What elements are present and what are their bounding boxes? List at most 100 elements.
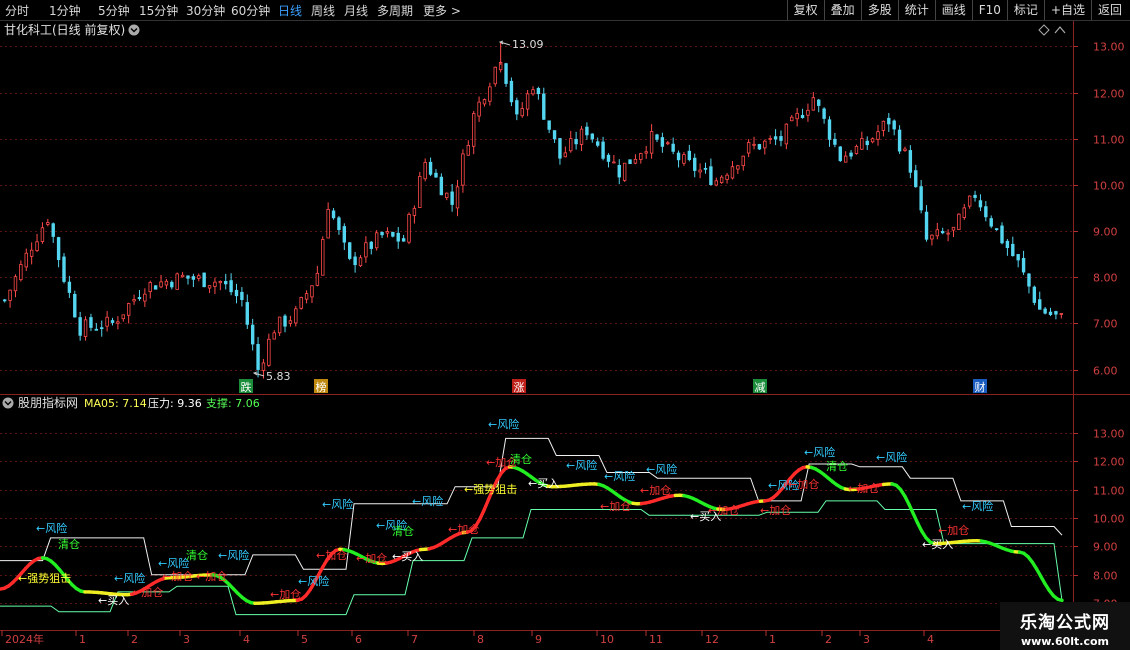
candle-body: [170, 281, 174, 288]
candle-body: [876, 131, 880, 140]
event-badge-rise[interactable]: 涨: [512, 379, 526, 394]
time-axis-tick-label: 4: [927, 633, 934, 646]
candle-body: [180, 274, 185, 278]
indicator-axis-tick-label: 8.00: [1093, 570, 1118, 583]
candle-body: [321, 239, 325, 276]
candle-body: [622, 162, 627, 181]
candle-body: [951, 226, 956, 231]
candle-body: [1027, 273, 1031, 287]
candle-body: [272, 332, 276, 340]
main-axis-tick-label: 11.00: [1093, 134, 1125, 147]
candle-body: [887, 117, 891, 125]
candle-body: [849, 152, 853, 157]
candle-body: [827, 119, 832, 140]
event-badge-fall[interactable]: 跌: [239, 379, 253, 394]
candle-body: [612, 161, 616, 164]
candle-body: [693, 157, 697, 171]
candle-body: [380, 231, 384, 236]
candle-body: [461, 153, 465, 186]
candle-body: [277, 316, 282, 334]
candle-body: [1043, 308, 1047, 314]
svg-text:财: 财: [975, 380, 986, 394]
candle-body: [525, 93, 530, 110]
candle-body: [989, 218, 993, 227]
main-axis-tick-label: 9.00: [1093, 226, 1118, 239]
candle-body: [795, 112, 799, 120]
main-chart-title: 甘化科工(日线 前复权): [4, 22, 125, 37]
candle-body: [283, 315, 287, 327]
candle-body: [105, 316, 109, 327]
candle-body: [229, 280, 233, 293]
signal-label: ←加仓: [162, 569, 193, 583]
candle-body: [908, 150, 913, 173]
time-axis-tick-label: 8: [477, 633, 484, 646]
candle-body: [369, 241, 373, 249]
candle-body: [552, 130, 557, 140]
indicator-axis-tick-label: 12.00: [1093, 456, 1125, 469]
candle-body: [892, 120, 896, 130]
candle-body: [542, 93, 546, 120]
candle-body: [218, 280, 223, 284]
candle-body: [870, 138, 875, 143]
candle-body: [752, 143, 756, 146]
chart-canvas[interactable]: 甘化科工(日线 前复权) 13.00 12.00 11.00 10.00 9.00 8.0…: [0, 0, 1130, 650]
candle-body: [703, 167, 708, 170]
candle-body: [477, 101, 481, 117]
candle-body: [304, 293, 309, 300]
candle-body: [924, 211, 929, 240]
candle-body: [132, 299, 136, 302]
candle-body: [294, 308, 298, 324]
indicator-axis-tick-label: 13.00: [1093, 428, 1125, 441]
candle-body: [698, 169, 702, 173]
candle-body: [784, 123, 789, 145]
candle-body: [903, 148, 907, 151]
time-axis-tick-label: 1: [769, 633, 776, 646]
signal-label: ←加仓: [196, 569, 227, 583]
candle-body: [418, 175, 422, 208]
candle-body: [563, 152, 568, 158]
chevron-up-icon[interactable]: [1054, 26, 1066, 34]
event-badge-reduce[interactable]: 减: [753, 379, 767, 394]
watermark: 乐淘公式网 www.60lt.com: [1000, 602, 1130, 650]
signal-label: ←风险: [158, 556, 189, 570]
signal-label: ←买入: [392, 550, 423, 563]
candle-body: [865, 140, 869, 146]
candle-body: [24, 252, 28, 268]
signal-label: ←加仓: [356, 551, 387, 565]
candle-body: [126, 303, 131, 316]
event-badge-list[interactable]: 榜: [314, 379, 328, 394]
signal-label: ←风险: [488, 417, 519, 431]
signal-label: ←买入: [98, 594, 129, 607]
candle-body: [94, 328, 99, 331]
candle-body: [331, 210, 336, 219]
candle-body: [1048, 311, 1053, 315]
indicator-axis-tick-label: 11.00: [1093, 485, 1125, 498]
candle-body: [914, 170, 918, 188]
candle-body: [224, 280, 228, 285]
candle-body: [881, 120, 886, 131]
diamond-icon[interactable]: [1038, 24, 1050, 36]
candle-body: [569, 138, 573, 152]
candle-body: [213, 281, 217, 287]
candle-body: [310, 285, 314, 298]
signal-label: ←加仓: [788, 477, 819, 491]
candle-body: [261, 362, 266, 371]
signal-label: ←强势狙击: [18, 572, 71, 585]
indicator-name: 股朋指标网: [18, 395, 78, 410]
candle-body: [719, 176, 724, 183]
candle-body: [773, 136, 778, 140]
candle-body: [585, 126, 589, 136]
candle-body: [757, 144, 762, 150]
indicator-dropdown-icon[interactable]: [2, 397, 14, 409]
candle-body: [595, 141, 600, 146]
signal-label: ←风险: [646, 462, 677, 476]
candle-body: [385, 231, 390, 234]
title-dropdown-icon[interactable]: [128, 24, 140, 36]
pressure-label: 压力: 9.36: [148, 397, 202, 410]
candle-body: [790, 116, 794, 122]
low-price-marker: 5.83: [252, 370, 291, 383]
event-badge-finance[interactable]: 财: [973, 379, 987, 394]
signal-label: ←风险: [804, 445, 835, 459]
time-axis-tick-label: 2: [131, 633, 138, 646]
time-axis-tick-label: 4: [243, 633, 250, 646]
